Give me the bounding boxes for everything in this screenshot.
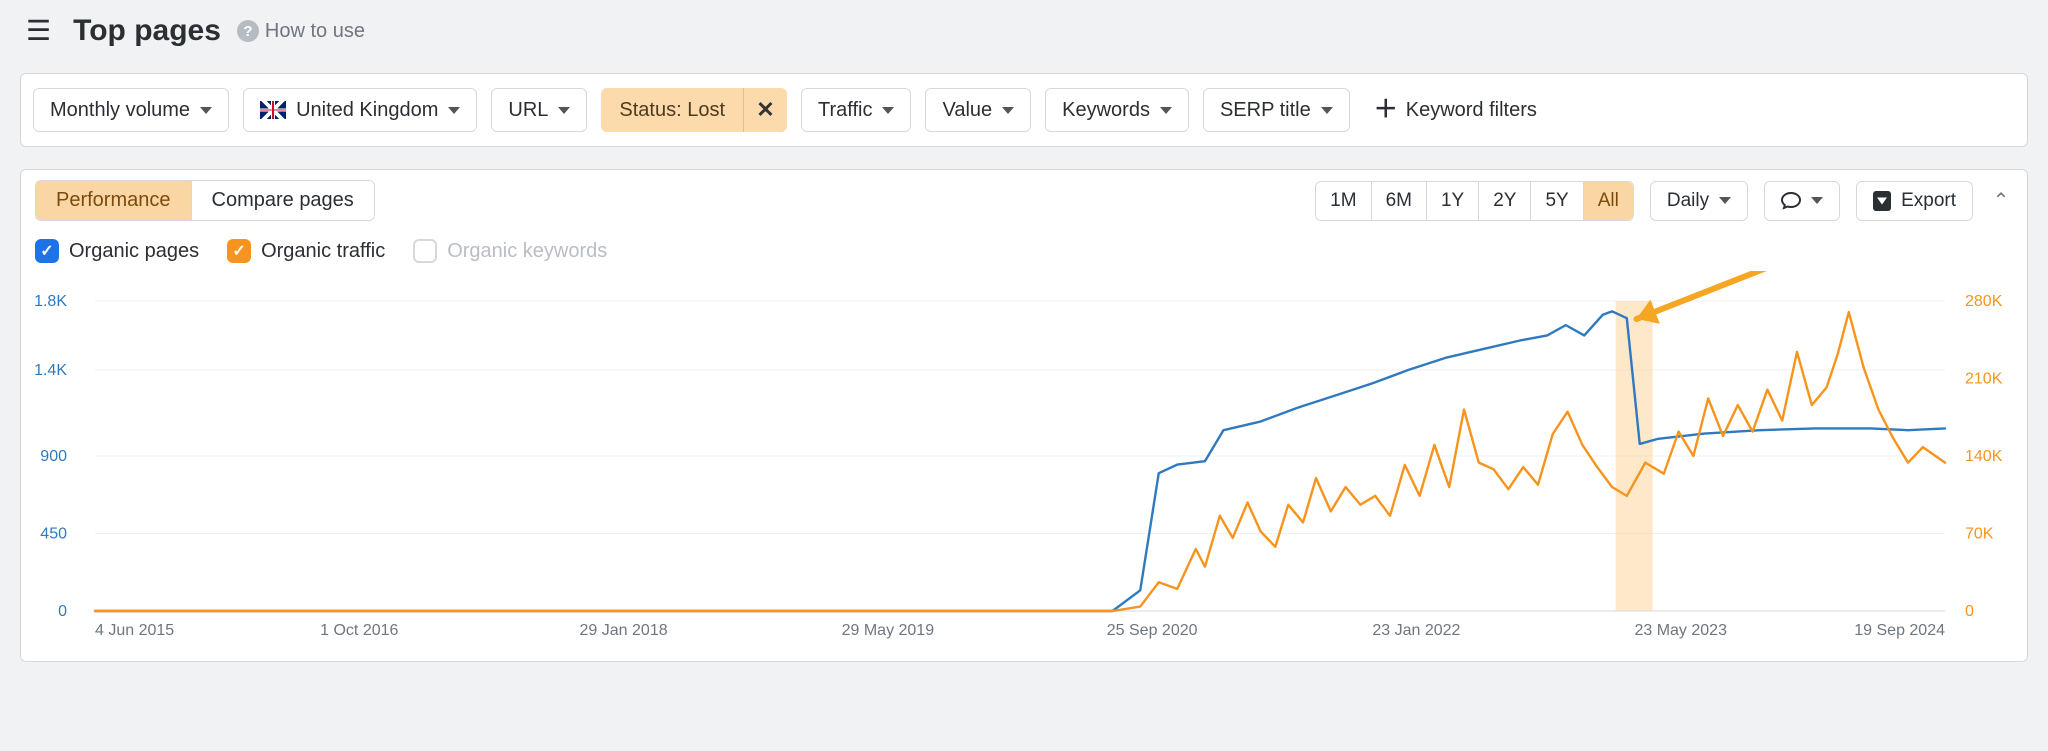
view-mode-tabs: Performance Compare pages	[35, 180, 375, 221]
checkbox-unchecked-icon	[413, 239, 437, 263]
legend-organic-keywords-label: Organic keywords	[447, 240, 607, 263]
download-icon	[1873, 191, 1891, 211]
flag-uk-icon	[260, 101, 286, 119]
filter-keywords[interactable]: Keywords	[1045, 88, 1189, 132]
keyword-filters-label: Keyword filters	[1406, 99, 1537, 122]
svg-text:19 Sep 2024: 19 Sep 2024	[1854, 622, 1945, 639]
legend-organic-traffic[interactable]: Organic traffic	[227, 239, 385, 263]
chevron-down-icon	[200, 107, 212, 114]
svg-text:4 Jun 2015: 4 Jun 2015	[95, 622, 174, 639]
help-icon: ?	[237, 20, 259, 42]
filter-traffic-label: Traffic	[818, 99, 872, 122]
range-1m[interactable]: 1M	[1316, 182, 1370, 220]
filter-status-pill: Status: Lost ✕	[601, 88, 787, 132]
filters-bar: Monthly volume United Kingdom URL Status…	[20, 73, 2028, 147]
page-title: Top pages	[73, 14, 221, 48]
range-all[interactable]: All	[1583, 182, 1633, 220]
filter-monthly-volume-label: Monthly volume	[50, 99, 190, 122]
performance-chart: 0 450 900 1.4K 1.8K 0 70K 140K 210K 280K 4 Jun 201…	[35, 271, 2015, 651]
chevron-down-icon	[448, 107, 460, 114]
svg-text:280K: 280K	[1965, 293, 2003, 310]
svg-text:25 Sep 2020: 25 Sep 2020	[1107, 622, 1198, 639]
plus-icon: ＋	[1374, 98, 1398, 122]
menu-icon[interactable]: ☰	[20, 13, 57, 49]
legend-organic-pages-label: Organic pages	[69, 240, 199, 263]
svg-text:1.4K: 1.4K	[35, 362, 67, 379]
svg-text:900: 900	[40, 448, 67, 465]
svg-text:1.8K: 1.8K	[35, 293, 67, 310]
export-label: Export	[1901, 190, 1956, 212]
chevron-down-icon	[558, 107, 570, 114]
chart-panel: Performance Compare pages 1M 6M 1Y 2Y 5Y…	[20, 169, 2028, 662]
range-2y[interactable]: 2Y	[1478, 182, 1530, 220]
filter-url[interactable]: URL	[491, 88, 587, 132]
clear-status-filter-button[interactable]: ✕	[743, 88, 787, 132]
how-to-use-label: How to use	[265, 20, 365, 43]
filter-country[interactable]: United Kingdom	[243, 88, 477, 132]
granularity-label: Daily	[1667, 190, 1709, 212]
legend-organic-keywords[interactable]: Organic keywords	[413, 239, 607, 263]
tab-compare-pages[interactable]: Compare pages	[191, 181, 374, 220]
tab-performance[interactable]: Performance	[36, 181, 191, 220]
range-1y[interactable]: 1Y	[1426, 182, 1478, 220]
range-5y[interactable]: 5Y	[1530, 182, 1582, 220]
time-range-group: 1M 6M 1Y 2Y 5Y All	[1315, 181, 1634, 221]
collapse-panel-button[interactable]: ⌃	[1989, 189, 2013, 213]
checkbox-checked-icon	[35, 239, 59, 263]
filter-url-label: URL	[508, 99, 548, 122]
speech-bubble-icon	[1781, 192, 1801, 210]
filter-serp-title-label: SERP title	[1220, 99, 1311, 122]
svg-text:23 Jan 2022: 23 Jan 2022	[1372, 622, 1460, 639]
notes-button[interactable]	[1764, 181, 1840, 221]
export-button[interactable]: Export	[1856, 181, 1973, 221]
granularity-select[interactable]: Daily	[1650, 181, 1748, 221]
chevron-down-icon	[882, 107, 894, 114]
chevron-down-icon	[1002, 107, 1014, 114]
legend-organic-pages[interactable]: Organic pages	[35, 239, 199, 263]
svg-text:140K: 140K	[1965, 448, 2003, 465]
filter-keywords-label: Keywords	[1062, 99, 1150, 122]
svg-text:29 Jan 2018: 29 Jan 2018	[580, 622, 668, 639]
filter-value-label: Value	[942, 99, 992, 122]
svg-text:0: 0	[58, 603, 67, 620]
svg-text:29 May 2019: 29 May 2019	[842, 622, 935, 639]
filter-traffic[interactable]: Traffic	[801, 88, 911, 132]
add-keyword-filters-button[interactable]: ＋ Keyword filters	[1364, 98, 1547, 122]
svg-text:210K: 210K	[1965, 371, 2003, 388]
chevron-down-icon	[1811, 197, 1823, 204]
legend-organic-traffic-label: Organic traffic	[261, 240, 385, 263]
svg-text:1 Oct 2016: 1 Oct 2016	[320, 622, 398, 639]
svg-text:450: 450	[40, 526, 67, 543]
svg-text:23 May 2023: 23 May 2023	[1634, 622, 1727, 639]
filter-country-label: United Kingdom	[296, 99, 438, 122]
chevron-down-icon	[1719, 197, 1731, 204]
range-6m[interactable]: 6M	[1371, 182, 1426, 220]
svg-text:70K: 70K	[1965, 526, 1994, 543]
filter-value[interactable]: Value	[925, 88, 1031, 132]
chevron-down-icon	[1321, 107, 1333, 114]
how-to-use-link[interactable]: ? How to use	[237, 20, 365, 43]
filter-serp-title[interactable]: SERP title	[1203, 88, 1350, 132]
svg-text:0: 0	[1965, 603, 1974, 620]
filter-monthly-volume[interactable]: Monthly volume	[33, 88, 229, 132]
checkbox-checked-icon	[227, 239, 251, 263]
filter-status-label[interactable]: Status: Lost	[601, 88, 743, 132]
chevron-down-icon	[1160, 107, 1172, 114]
